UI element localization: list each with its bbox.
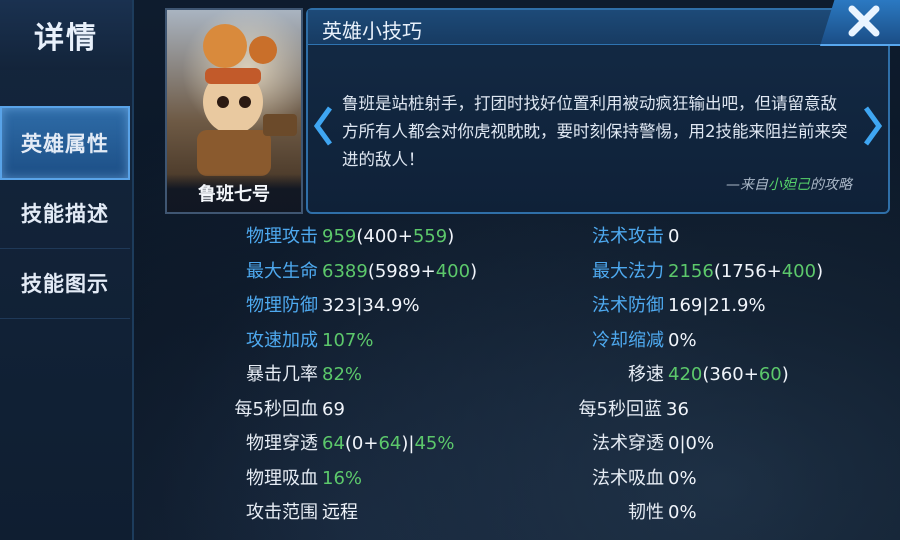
stat-value-part: 2156	[668, 260, 714, 282]
stat-value: 36	[666, 395, 689, 425]
tips-source-prefix: —来自	[726, 177, 768, 193]
tips-title: 英雄小技巧	[322, 19, 422, 43]
hero-stats: 物理攻击 959(400+559) 最大生命 6389(5989+400) 物理防御 32…	[132, 218, 900, 540]
stat-value: 0|0%	[668, 429, 714, 459]
stat-value-part: 420	[668, 364, 703, 385]
stat-value-part: 400	[781, 260, 817, 282]
stat-value-part: (1756+	[713, 260, 782, 282]
tips-source: —来自小妲己的攻略	[726, 174, 852, 194]
stat-row-right-7: 法术吸血 0%	[132, 464, 900, 494]
sidebar-item-skill-description[interactable]: 技能描述	[0, 178, 130, 249]
tips-text: 鲁班是站桩射手，打团时找好位置利用被动疯狂输出吧，但请留意敌方所有人都会对你虎视…	[342, 94, 848, 169]
stat-value: 0%	[668, 498, 697, 528]
stat-value: 420(360+60)	[668, 360, 789, 390]
arrow-left-icon[interactable]	[313, 106, 333, 146]
stat-label[interactable]: 法术防御	[592, 291, 664, 321]
tips-source-author[interactable]: 小妲己	[768, 177, 810, 193]
stat-row-right-2: 法术防御 169|21.9%	[132, 291, 900, 321]
stat-row-right-5: 每5秒回蓝 36	[132, 395, 900, 425]
stat-row-right-0: 法术攻击 0	[132, 222, 900, 252]
stat-label[interactable]: 最大法力	[592, 257, 664, 287]
stat-label[interactable]: 冷却缩减	[592, 326, 664, 356]
stat-label: 韧性	[628, 502, 664, 523]
stat-value-part: 0|0%	[668, 433, 715, 454]
tips-header: 英雄小技巧	[308, 10, 888, 45]
stat-value-part: 60	[758, 364, 782, 385]
stat-row-right-6: 法术穿透 0|0%	[132, 429, 900, 459]
stat-label: 法术吸血	[592, 467, 664, 489]
stat-label: 移速	[628, 364, 664, 385]
stat-value-part: 0	[668, 226, 680, 247]
stat-value-part: 36	[666, 398, 689, 420]
stat-value-part: 0%	[668, 467, 697, 489]
stat-value: 0	[668, 222, 679, 252]
hero-portrait-card: 鲁班七号	[165, 8, 303, 214]
sidebar-item-skill-diagram[interactable]: 技能图示	[0, 248, 130, 319]
hero-tips-panel: 英雄小技巧 鲁班是站桩射手，打团时找好位置利用被动疯狂输出吧，但请留意敌方所有人…	[306, 8, 890, 214]
stat-row-right-3: 冷却缩减 0%	[132, 326, 900, 356]
stat-row-right-8: 韧性 0%	[132, 498, 900, 528]
sidebar: 详情 英雄属性 技能描述 技能图示	[0, 0, 134, 540]
stat-value-part: 0%	[668, 329, 697, 351]
stat-label: 每5秒回蓝	[578, 398, 662, 420]
stat-label[interactable]: 法术攻击	[592, 222, 664, 252]
stat-row-right-4: 移速 420(360+60)	[132, 360, 900, 390]
stat-row-right-1: 最大法力 2156(1756+400)	[132, 257, 900, 287]
arrow-right-icon[interactable]	[863, 106, 883, 146]
stat-value-part: )	[781, 364, 789, 385]
tips-source-suffix: 的攻略	[810, 177, 852, 193]
stat-value: 0%	[668, 464, 697, 494]
stat-value-part: (360+	[702, 364, 759, 385]
stat-value: 0%	[668, 326, 697, 356]
stat-value: 169|21.9%	[668, 291, 766, 321]
hero-name: 鲁班七号	[167, 174, 301, 212]
stat-value: 2156(1756+400)	[668, 257, 823, 287]
sidebar-title: 详情	[0, 0, 132, 70]
stat-value-part: 0%	[668, 502, 697, 523]
stat-value-part: )	[816, 260, 824, 282]
sidebar-item-hero-attributes[interactable]: 英雄属性	[0, 106, 130, 180]
stat-label: 法术穿透	[592, 433, 664, 454]
stat-value-part: 169|21.9%	[668, 295, 766, 316]
